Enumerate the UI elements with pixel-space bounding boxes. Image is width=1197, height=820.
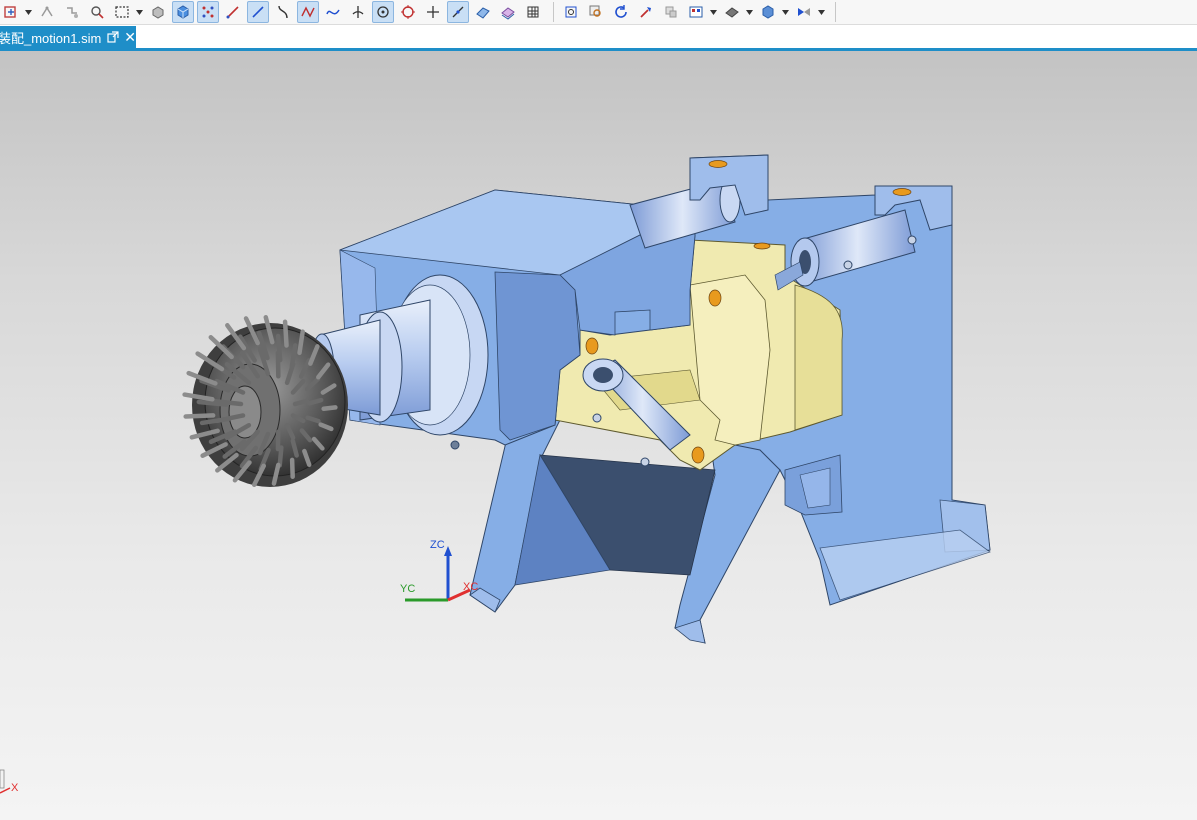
selection-lasso-icon[interactable] [36,1,58,23]
spline-icon[interactable] [297,1,319,23]
zc-label: ZC [430,539,445,551]
cross-point-icon[interactable] [422,1,444,23]
graphics-viewport[interactable]: ZC YC XC X [0,51,1197,820]
cutter-pick [321,405,338,411]
assembly-model[interactable]: ZC YC XC X [0,51,1197,820]
toolbar-separator [835,2,836,22]
cutter-pick [183,413,216,419]
orient-icon[interactable] [660,1,682,23]
layout-icon[interactable] [685,1,707,23]
absolute-triad: X [0,769,19,794]
face-icon[interactable] [497,1,519,23]
grid-icon[interactable] [522,1,544,23]
cutter-pick [282,319,289,348]
line-tool-icon[interactable] [222,1,244,23]
snap-dropdown-icon[interactable] [25,1,32,23]
pan-icon[interactable] [635,1,657,23]
feature-select-icon[interactable] [86,1,108,23]
tangent-icon[interactable] [447,1,469,23]
toolbar-group-view [560,0,829,24]
abs-x-label: X [11,782,19,794]
cutter-pick [292,398,310,407]
document-tab-bar: 装配_motion1.sim ✕ [0,26,1197,51]
yc-label: YC [400,583,415,595]
toolbar-separator [553,2,554,22]
point-cloud-icon[interactable] [197,1,219,23]
cutter-pick [277,445,284,468]
fit-view-icon[interactable] [560,1,582,23]
cutter-pick [307,397,324,406]
curve-tool-icon[interactable] [272,1,294,23]
cutter-pick [196,399,229,407]
solid-body-icon[interactable] [147,1,169,23]
quadrant-icon[interactable] [397,1,419,23]
surface-icon[interactable] [472,1,494,23]
document-tab[interactable]: 装配_motion1.sim ✕ [0,26,136,48]
toolbar-group-selection [0,0,547,24]
cutter-pick [275,333,283,363]
zoom-region-icon[interactable] [585,1,607,23]
circle-center-icon[interactable] [372,1,394,23]
document-tab-label: 装配_motion1.sim [0,30,102,46]
coordinate-triad[interactable]: ZC YC XC [400,539,478,602]
render-style-icon[interactable] [721,1,743,23]
view-cube-dropdown-icon[interactable] [782,1,789,23]
snap-icon[interactable] [0,1,22,23]
cutter-pick [297,329,305,356]
edge-tool-icon[interactable] [247,1,269,23]
main-toolbar [0,0,1197,25]
cube-filter-icon[interactable] [172,1,194,23]
xc-label: XC [463,581,478,593]
show-hide-icon[interactable] [793,1,815,23]
rotate-view-icon[interactable] [610,1,632,23]
close-tab-icon[interactable]: ✕ [124,30,136,44]
pop-out-icon[interactable] [107,31,119,43]
show-hide-dropdown-icon[interactable] [818,1,825,23]
intersection-icon[interactable] [347,1,369,23]
render-style-dropdown-icon[interactable] [746,1,753,23]
view-cube-icon[interactable] [757,1,779,23]
support-legs[interactable] [469,419,781,644]
freeform-curve-icon[interactable] [322,1,344,23]
rectangle-select-dropdown-icon[interactable] [136,1,143,23]
rectangle-select-icon[interactable] [111,1,133,23]
cutter-pick [289,457,295,479]
selection-chain-icon[interactable] [61,1,83,23]
layout-dropdown-icon[interactable] [710,1,717,23]
